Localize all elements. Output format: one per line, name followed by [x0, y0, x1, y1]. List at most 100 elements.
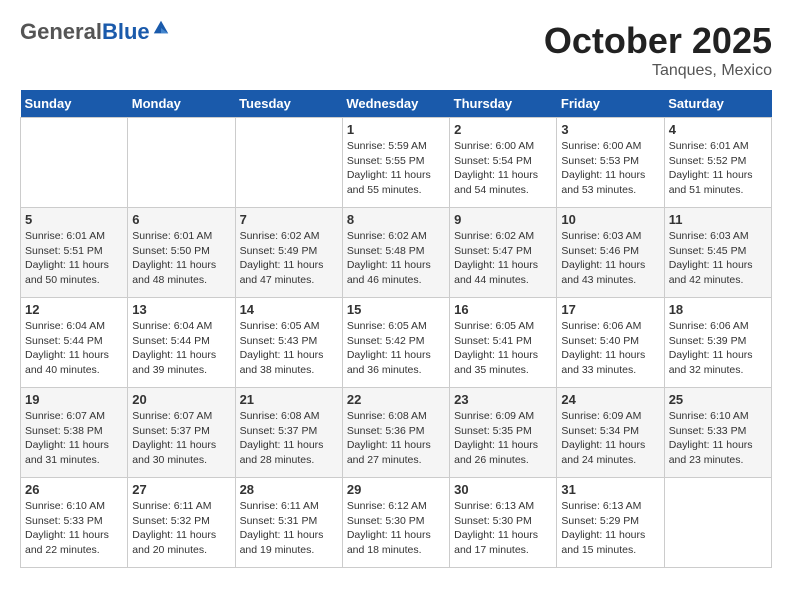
day-info: Sunrise: 6:05 AMSunset: 5:43 PMDaylight:…: [240, 319, 338, 378]
day-number: 3: [561, 122, 659, 137]
day-number: 30: [454, 482, 552, 497]
calendar-cell: [664, 478, 771, 568]
day-info: Sunrise: 6:04 AMSunset: 5:44 PMDaylight:…: [132, 319, 230, 378]
calendar-week-row: 5 Sunrise: 6:01 AMSunset: 5:51 PMDaylight…: [21, 208, 772, 298]
calendar-cell: 30 Sunrise: 6:13 AMSunset: 5:30 PMDayligh…: [450, 478, 557, 568]
calendar-cell: 2Sunrise: 6:00 AMSunset: 5:54 PMDaylight…: [450, 118, 557, 208]
calendar-cell: 20Sunrise: 6:07 AMSunset: 5:37 PMDayligh…: [128, 388, 235, 478]
day-info: Sunrise: 6:03 AMSunset: 5:45 PMDaylight:…: [669, 229, 767, 288]
logo-general-text: GeneralBlue: [20, 20, 150, 44]
day-number: 5: [25, 212, 123, 227]
weekday-header-row: SundayMondayTuesdayWednesdayThursdayFrid…: [21, 90, 772, 118]
calendar-cell: 11 Sunrise: 6:03 AMSunset: 5:45 PMDayligh…: [664, 208, 771, 298]
calendar-cell: 4Sunrise: 6:01 AMSunset: 5:52 PMDaylight…: [664, 118, 771, 208]
day-number: 19: [25, 392, 123, 407]
day-number: 1: [347, 122, 445, 137]
weekday-header: Sunday: [21, 90, 128, 118]
day-number: 17: [561, 302, 659, 317]
day-info: Sunrise: 6:10 AMSunset: 5:33 PMDaylight:…: [669, 409, 767, 468]
day-info: Sunrise: 6:11 AMSunset: 5:31 PMDaylight:…: [240, 499, 338, 558]
calendar-cell: 19 Sunrise: 6:07 AMSunset: 5:38 PMDayligh…: [21, 388, 128, 478]
day-number: 14: [240, 302, 338, 317]
day-info: Sunrise: 6:00 AMSunset: 5:54 PMDaylight:…: [454, 139, 552, 198]
day-info: Sunrise: 6:05 AMSunset: 5:41 PMDaylight:…: [454, 319, 552, 378]
calendar-cell: 27 Sunrise: 6:11 AMSunset: 5:32 PMDayligh…: [128, 478, 235, 568]
calendar-cell: 5 Sunrise: 6:01 AMSunset: 5:51 PMDaylight…: [21, 208, 128, 298]
day-info: Sunrise: 6:03 AMSunset: 5:46 PMDaylight:…: [561, 229, 659, 288]
day-number: 31: [561, 482, 659, 497]
calendar-week-row: 12 Sunrise: 6:04 AMSunset: 5:44 PMDayligh…: [21, 298, 772, 388]
day-info: Sunrise: 6:06 AMSunset: 5:39 PMDaylight:…: [669, 319, 767, 378]
day-number: 16: [454, 302, 552, 317]
calendar-cell: 8 Sunrise: 6:02 AMSunset: 5:48 PMDaylight…: [342, 208, 449, 298]
calendar-cell: 3 Sunrise: 6:00 AMSunset: 5:53 PMDaylight…: [557, 118, 664, 208]
calendar-cell: [235, 118, 342, 208]
day-number: 25: [669, 392, 767, 407]
calendar-week-row: 19 Sunrise: 6:07 AMSunset: 5:38 PMDayligh…: [21, 388, 772, 478]
calendar-cell: 1 Sunrise: 5:59 AMSunset: 5:55 PMDaylight…: [342, 118, 449, 208]
day-info: Sunrise: 6:08 AMSunset: 5:37 PMDaylight:…: [240, 409, 338, 468]
calendar-cell: [128, 118, 235, 208]
calendar-cell: 6 Sunrise: 6:01 AMSunset: 5:50 PMDaylight…: [128, 208, 235, 298]
day-info: Sunrise: 5:59 AMSunset: 5:55 PMDaylight:…: [347, 139, 445, 198]
day-number: 20: [132, 392, 230, 407]
day-info: Sunrise: 6:02 AMSunset: 5:48 PMDaylight:…: [347, 229, 445, 288]
day-number: 6: [132, 212, 230, 227]
day-number: 11: [669, 212, 767, 227]
day-info: Sunrise: 6:09 AMSunset: 5:35 PMDaylight:…: [454, 409, 552, 468]
calendar-cell: 7Sunrise: 6:02 AMSunset: 5:49 PMDaylight…: [235, 208, 342, 298]
title-block: October 2025 Tanques, Mexico: [544, 20, 772, 80]
day-number: 13: [132, 302, 230, 317]
calendar-week-row: 1 Sunrise: 5:59 AMSunset: 5:55 PMDaylight…: [21, 118, 772, 208]
day-number: 7: [240, 212, 338, 227]
day-info: Sunrise: 6:04 AMSunset: 5:44 PMDaylight:…: [25, 319, 123, 378]
day-number: 15: [347, 302, 445, 317]
calendar-cell: 23 Sunrise: 6:09 AMSunset: 5:35 PMDayligh…: [450, 388, 557, 478]
day-number: 18: [669, 302, 767, 317]
calendar-week-row: 26 Sunrise: 6:10 AMSunset: 5:33 PMDayligh…: [21, 478, 772, 568]
month-title: October 2025: [544, 20, 772, 62]
day-number: 23: [454, 392, 552, 407]
day-number: 21: [240, 392, 338, 407]
day-info: Sunrise: 6:07 AMSunset: 5:38 PMDaylight:…: [25, 409, 123, 468]
weekday-header: Monday: [128, 90, 235, 118]
logo-icon: [152, 19, 170, 37]
calendar-cell: 21 Sunrise: 6:08 AMSunset: 5:37 PMDayligh…: [235, 388, 342, 478]
calendar-cell: 16 Sunrise: 6:05 AMSunset: 5:41 PMDayligh…: [450, 298, 557, 388]
day-info: Sunrise: 6:13 AMSunset: 5:30 PMDaylight:…: [454, 499, 552, 558]
calendar-cell: 14 Sunrise: 6:05 AMSunset: 5:43 PMDayligh…: [235, 298, 342, 388]
day-info: Sunrise: 6:11 AMSunset: 5:32 PMDaylight:…: [132, 499, 230, 558]
day-number: 24: [561, 392, 659, 407]
calendar-cell: 22Sunrise: 6:08 AMSunset: 5:36 PMDayligh…: [342, 388, 449, 478]
day-number: 9: [454, 212, 552, 227]
weekday-header: Tuesday: [235, 90, 342, 118]
calendar-cell: 25 Sunrise: 6:10 AMSunset: 5:33 PMDayligh…: [664, 388, 771, 478]
calendar-table: SundayMondayTuesdayWednesdayThursdayFrid…: [20, 90, 772, 568]
logo: GeneralBlue: [20, 20, 170, 44]
page-header: GeneralBlue October 2025 Tanques, Mexico: [20, 20, 772, 80]
day-number: 8: [347, 212, 445, 227]
day-info: Sunrise: 6:13 AMSunset: 5:29 PMDaylight:…: [561, 499, 659, 558]
location: Tanques, Mexico: [544, 62, 772, 80]
day-info: Sunrise: 6:01 AMSunset: 5:50 PMDaylight:…: [132, 229, 230, 288]
day-number: 27: [132, 482, 230, 497]
day-info: Sunrise: 6:01 AMSunset: 5:52 PMDaylight:…: [669, 139, 767, 198]
calendar-cell: 31 Sunrise: 6:13 AMSunset: 5:29 PMDayligh…: [557, 478, 664, 568]
day-number: 29: [347, 482, 445, 497]
day-info: Sunrise: 6:12 AMSunset: 5:30 PMDaylight:…: [347, 499, 445, 558]
day-number: 12: [25, 302, 123, 317]
calendar-cell: 26 Sunrise: 6:10 AMSunset: 5:33 PMDayligh…: [21, 478, 128, 568]
weekday-header: Thursday: [450, 90, 557, 118]
calendar-cell: 24Sunrise: 6:09 AMSunset: 5:34 PMDayligh…: [557, 388, 664, 478]
day-number: 26: [25, 482, 123, 497]
calendar-cell: 18 Sunrise: 6:06 AMSunset: 5:39 PMDayligh…: [664, 298, 771, 388]
day-number: 28: [240, 482, 338, 497]
calendar-cell: [21, 118, 128, 208]
day-info: Sunrise: 6:01 AMSunset: 5:51 PMDaylight:…: [25, 229, 123, 288]
day-info: Sunrise: 6:10 AMSunset: 5:33 PMDaylight:…: [25, 499, 123, 558]
day-info: Sunrise: 6:00 AMSunset: 5:53 PMDaylight:…: [561, 139, 659, 198]
calendar-cell: 17Sunrise: 6:06 AMSunset: 5:40 PMDayligh…: [557, 298, 664, 388]
calendar-cell: 28 Sunrise: 6:11 AMSunset: 5:31 PMDayligh…: [235, 478, 342, 568]
calendar-cell: 15Sunrise: 6:05 AMSunset: 5:42 PMDayligh…: [342, 298, 449, 388]
calendar-cell: 29 Sunrise: 6:12 AMSunset: 5:30 PMDayligh…: [342, 478, 449, 568]
